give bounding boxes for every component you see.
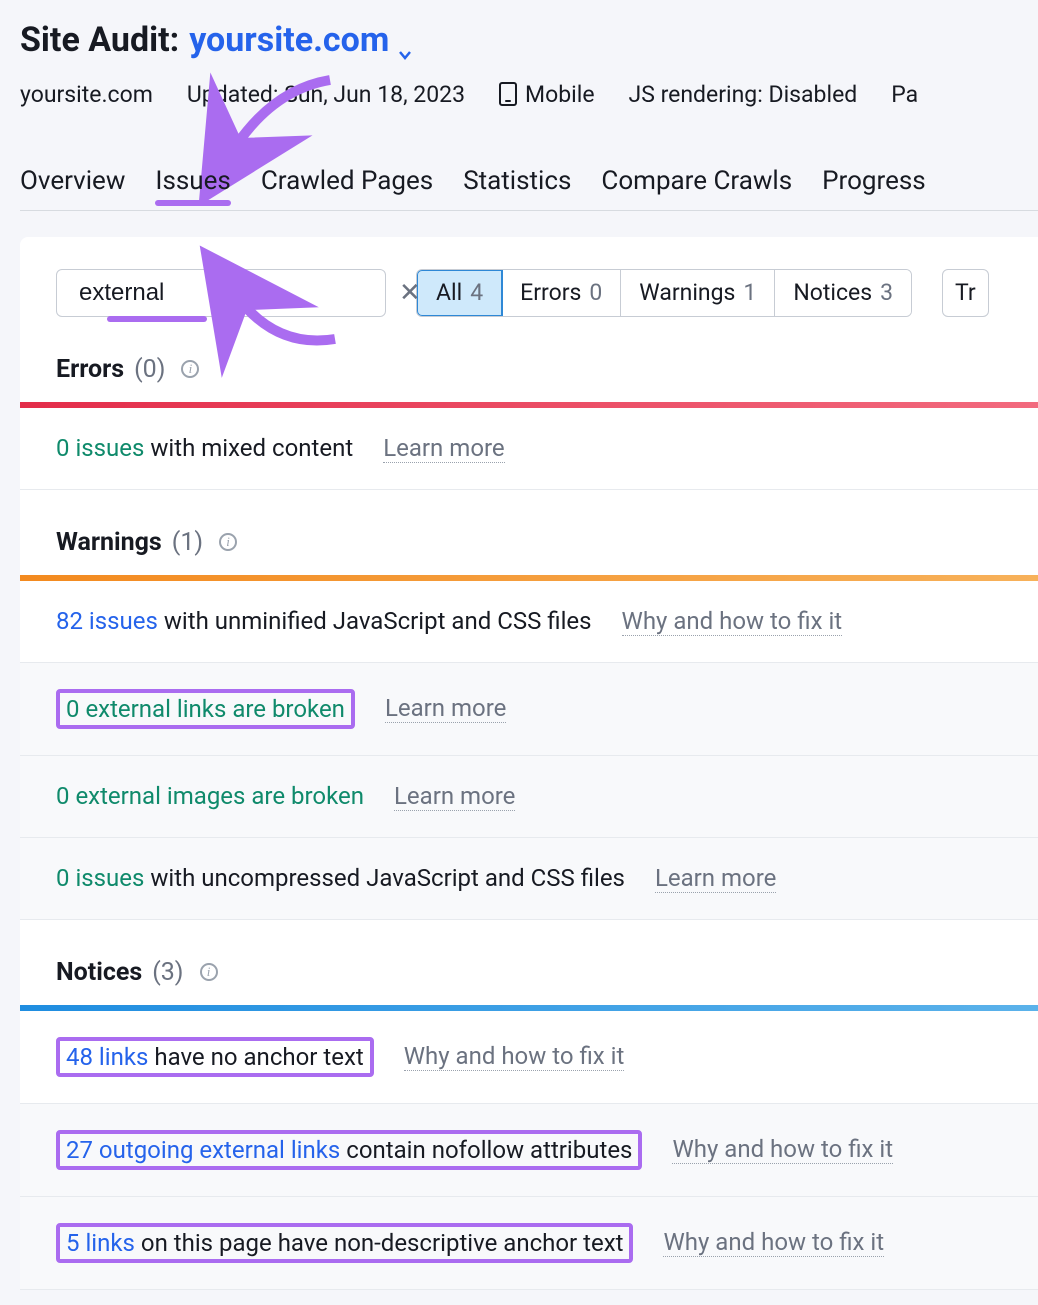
tab-issues-label: Issues: [155, 166, 230, 196]
issue-link[interactable]: 48 links: [66, 1043, 148, 1071]
fix-link[interactable]: Why and how to fix it: [672, 1135, 893, 1164]
annotation-box: 0 external links are broken: [56, 689, 355, 729]
issue-row: 48 links have no anchor text Why and how…: [20, 1011, 1038, 1104]
issue-link[interactable]: 0 external images are broken: [56, 782, 364, 810]
mobile-icon: [499, 82, 517, 106]
group-header-warnings: Warnings (1) i: [20, 490, 1038, 575]
annotation-box: 27 outgoing external links contain nofol…: [56, 1130, 642, 1170]
annotation-arrow-to-tab: [210, 60, 350, 174]
issues-panel: ✕ All 4 Errors 0 Warnings 1 Notices: [20, 237, 1038, 1290]
tab-compare-crawls[interactable]: Compare Crawls: [601, 160, 792, 210]
issue-row: 5 links on this page have non-descriptiv…: [20, 1197, 1038, 1290]
tab-issues[interactable]: Issues: [155, 160, 230, 210]
issue-link[interactable]: 0 external links are broken: [66, 695, 345, 723]
issue-link[interactable]: 0 issues: [56, 434, 144, 462]
filter-all[interactable]: All 4: [416, 269, 503, 317]
learn-more-link[interactable]: Learn more: [383, 434, 504, 463]
group-header-notices: Notices (3) i: [20, 920, 1038, 1005]
learn-more-link[interactable]: Learn more: [394, 782, 515, 811]
domain-dropdown[interactable]: yoursite.com: [189, 20, 413, 61]
fix-link[interactable]: Why and how to fix it: [404, 1042, 625, 1071]
filter-warnings[interactable]: Warnings 1: [621, 270, 775, 316]
issue-row: 0 external links are broken Learn more: [20, 663, 1038, 756]
issue-link[interactable]: 0 issues: [56, 864, 144, 892]
filter-notices[interactable]: Notices 3: [775, 270, 911, 316]
info-icon[interactable]: i: [219, 533, 237, 551]
group-header-errors: Errors (0) i: [20, 317, 1038, 402]
page-title: Site Audit:: [20, 20, 179, 61]
meta-extra: Pa: [891, 81, 918, 108]
learn-more-link[interactable]: Learn more: [385, 694, 506, 723]
issue-row: 27 outgoing external links contain nofol…: [20, 1104, 1038, 1197]
fix-link[interactable]: Why and how to fix it: [663, 1228, 884, 1257]
tab-progress[interactable]: Progress: [822, 160, 926, 210]
tab-overview[interactable]: Overview: [20, 160, 125, 210]
annotation-box: 5 links on this page have non-descriptiv…: [56, 1223, 633, 1263]
filter-segment: All 4 Errors 0 Warnings 1 Notices 3: [416, 269, 912, 317]
issue-link[interactable]: 5 links: [66, 1229, 135, 1257]
tab-statistics[interactable]: Statistics: [463, 160, 571, 210]
filter-errors[interactable]: Errors 0: [502, 270, 621, 316]
search-box: ✕: [56, 269, 386, 317]
meta-device: Mobile: [499, 81, 595, 108]
fix-link[interactable]: Why and how to fix it: [622, 607, 843, 636]
meta-updated: Updated: Sun, Jun 18, 2023: [187, 81, 465, 108]
issue-row: 0 external images are broken Learn more: [20, 756, 1038, 838]
annotation-box: 48 links have no anchor text: [56, 1037, 374, 1077]
search-input[interactable]: [79, 279, 389, 307]
meta-domain: yoursite.com: [20, 81, 153, 108]
issue-row: 0 issues with mixed content Learn more: [20, 408, 1038, 490]
domain-name: yoursite.com: [189, 20, 389, 61]
issue-link[interactable]: 82 issues: [56, 607, 158, 635]
learn-more-link[interactable]: Learn more: [655, 864, 776, 893]
issue-row: 82 issues with unminified JavaScript and…: [20, 581, 1038, 663]
chevron-down-icon: [397, 32, 413, 48]
info-icon[interactable]: i: [181, 360, 199, 378]
meta-js-rendering: JS rendering: Disabled: [629, 81, 858, 108]
issue-link[interactable]: 27 outgoing external links: [66, 1136, 340, 1164]
issue-row: 0 issues with uncompressed JavaScript an…: [20, 838, 1038, 920]
filter-trailing[interactable]: Tr: [942, 269, 989, 317]
tab-crawled-pages[interactable]: Crawled Pages: [261, 160, 433, 210]
info-icon[interactable]: i: [200, 963, 218, 981]
